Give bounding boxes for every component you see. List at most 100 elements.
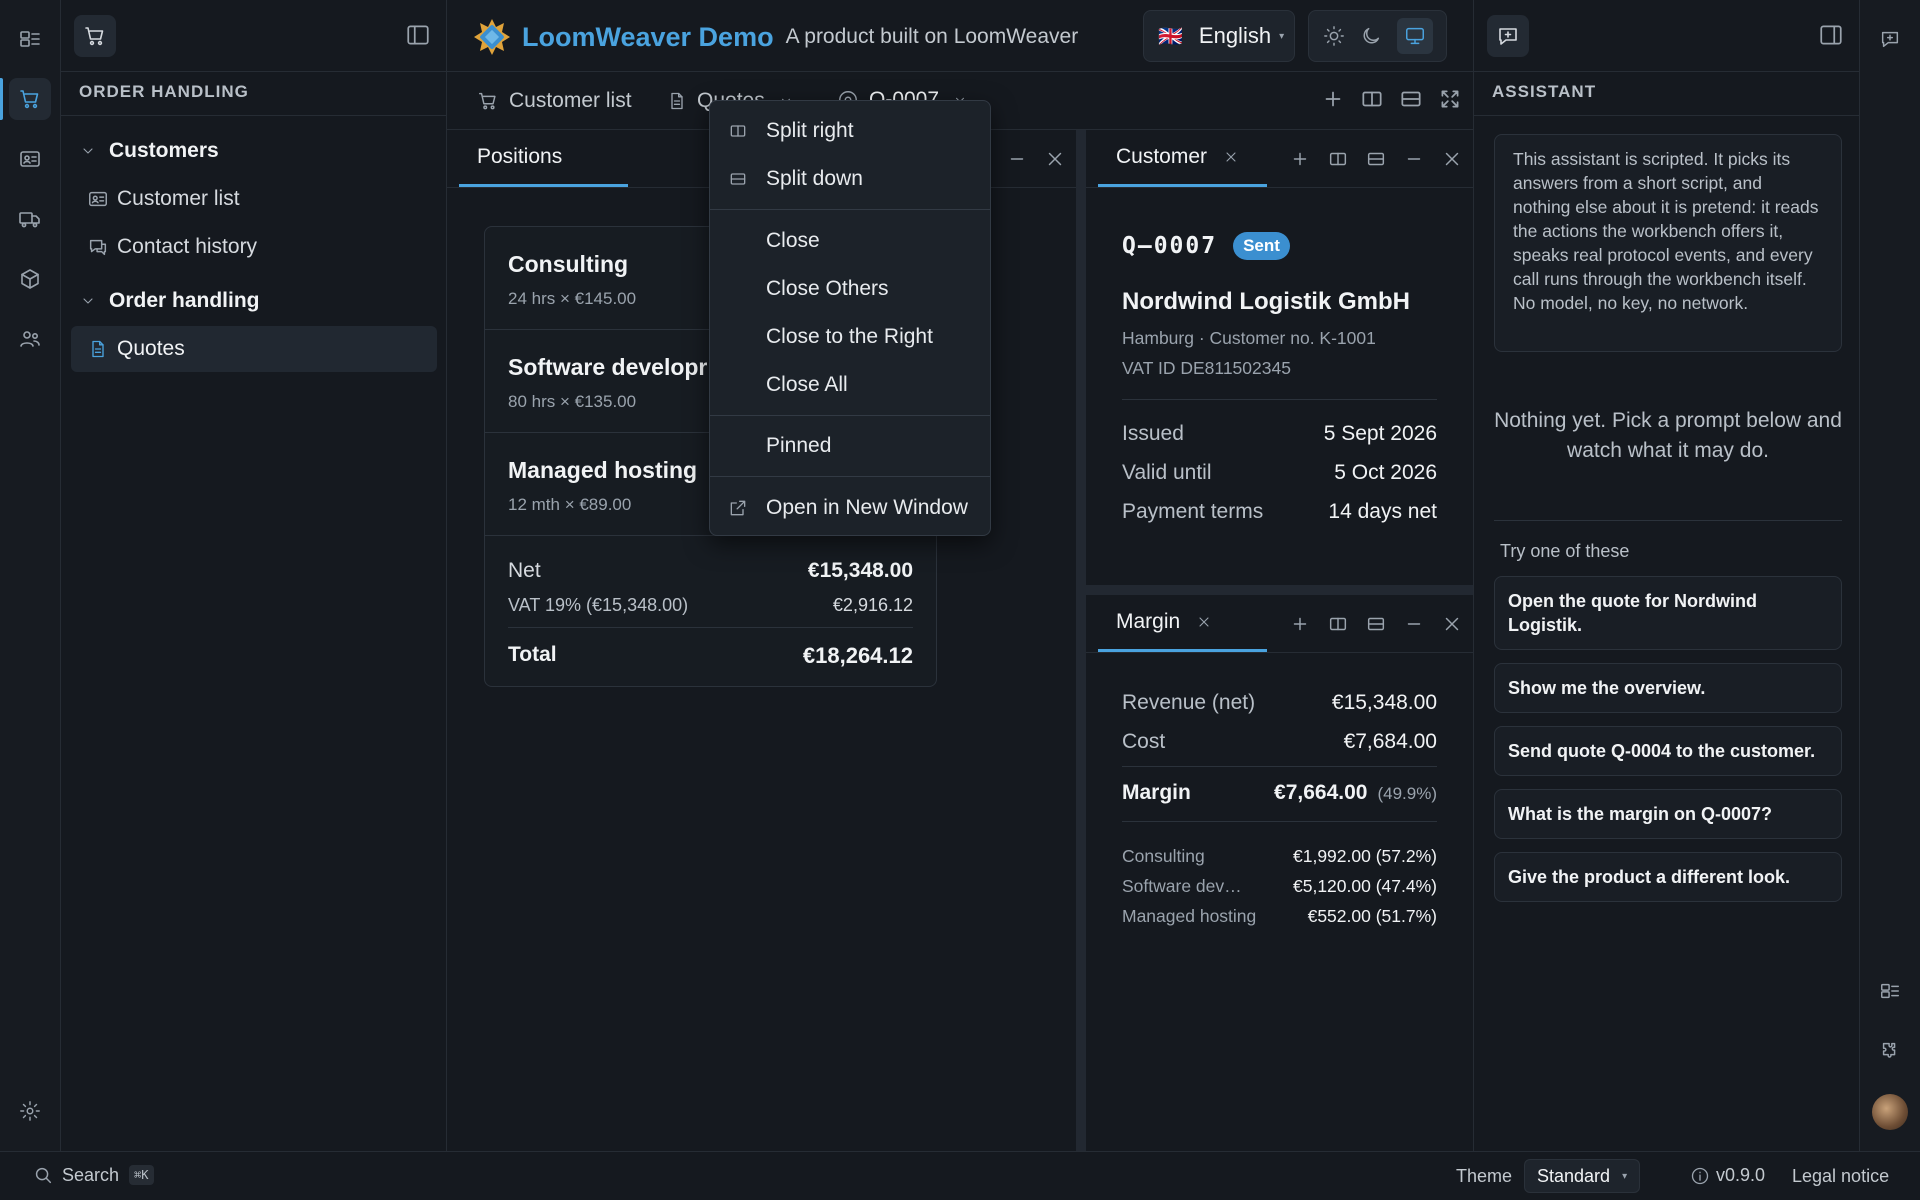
payment-terms-label: Payment terms <box>1122 500 1264 523</box>
issued-label: Issued <box>1122 422 1184 445</box>
close-icon[interactable] <box>1196 614 1212 630</box>
menu-item-label: Close to the Right <box>766 325 933 348</box>
tab-margin[interactable]: Margin <box>1098 594 1267 652</box>
version-info[interactable]: v0.9.0 <box>1690 1165 1765 1186</box>
minimize-icon[interactable] <box>1403 148 1425 170</box>
split-right-icon[interactable] <box>1327 613 1349 635</box>
prompt-button[interactable]: What is the margin on Q-0007? <box>1494 789 1842 839</box>
overview-icon[interactable] <box>1869 970 1911 1012</box>
prompt-button[interactable]: Show me the overview. <box>1494 663 1842 713</box>
tab-customer[interactable]: Customer <box>1098 129 1267 187</box>
box-icon[interactable] <box>9 258 51 300</box>
activity-bar-right <box>1859 0 1920 1151</box>
close-icon[interactable] <box>1223 149 1239 165</box>
breakdown-value: €5,120.00 (47.4%) <box>1293 876 1437 896</box>
tab-customer-list[interactable]: Customer list <box>477 72 632 130</box>
margin-label: Margin <box>1122 781 1191 804</box>
split-right-icon[interactable] <box>1327 148 1349 170</box>
sidebar-item-contact-history[interactable]: Contact history <box>71 224 437 270</box>
menu-pinned[interactable]: Pinned <box>710 426 990 466</box>
chat-icon[interactable] <box>1869 18 1911 60</box>
quote-number: Q–0007 <box>1122 233 1218 259</box>
overview-icon[interactable] <box>9 18 51 60</box>
menu-close-right[interactable]: Close to the Right <box>710 317 990 357</box>
search-label: Search <box>62 1164 120 1185</box>
customer-pane: Customer Q–0007 Sent Nordwind Logistik G… <box>1086 130 1473 585</box>
tab-label: Customer list <box>509 89 632 112</box>
maximize-icon[interactable] <box>1437 86 1463 112</box>
theme-select[interactable]: Standard ▾ <box>1524 1159 1641 1193</box>
split-down-icon[interactable] <box>1365 613 1387 635</box>
menu-close-all[interactable]: Close All <box>710 365 990 405</box>
tab-context-menu: Split right Split down Close Close Other… <box>709 100 991 536</box>
position-title: Software developr <box>508 354 708 380</box>
id-card-icon <box>79 188 117 210</box>
breakdown-label: Consulting <box>1122 846 1205 866</box>
split-down-icon[interactable] <box>1398 86 1424 112</box>
menu-split-right[interactable]: Split right <box>710 111 990 151</box>
menu-split-down[interactable]: Split down <box>710 159 990 199</box>
search-button[interactable]: Search ⌘K <box>32 1164 154 1186</box>
avatar[interactable] <box>1872 1094 1908 1130</box>
pane-tools <box>1289 613 1463 635</box>
monitor-icon[interactable] <box>1396 18 1433 54</box>
tree-group-customers[interactable]: Customers <box>71 128 437 174</box>
legal-notice-link[interactable]: Legal notice <box>1792 1166 1889 1187</box>
split-right-icon[interactable] <box>1359 86 1385 112</box>
tree-group-order-handling[interactable]: Order handling <box>71 278 437 324</box>
position-title: Managed hosting <box>508 457 698 483</box>
close-icon[interactable] <box>1441 613 1463 635</box>
breakdown-value: €552.00 (51.7%) <box>1307 906 1437 926</box>
menu-item-label: Pinned <box>766 434 832 457</box>
sidebar-title: ORDER HANDLING <box>79 82 249 101</box>
search-icon <box>32 1164 54 1186</box>
cart-icon[interactable] <box>74 15 116 57</box>
toggle-panel-icon[interactable] <box>1818 22 1844 48</box>
plus-icon[interactable] <box>1320 86 1346 112</box>
vertical-splitter[interactable] <box>1076 130 1086 1151</box>
sidebar-item-customer-list[interactable]: Customer list <box>71 176 437 222</box>
breakdown-label: Software dev… <box>1122 876 1242 896</box>
gear-icon[interactable] <box>9 1090 51 1132</box>
prompt-button[interactable]: Open the quote for Nordwind Logistik. <box>1494 576 1842 650</box>
plus-icon[interactable] <box>1289 148 1311 170</box>
menu-item-label: Split right <box>766 119 854 142</box>
margin-pane: Margin Revenue (net) €15,348.00 Cost €7,… <box>1086 595 1473 1151</box>
minimize-icon[interactable] <box>1403 613 1425 635</box>
id-card-icon[interactable] <box>9 138 51 180</box>
users-icon[interactable] <box>9 318 51 360</box>
minimize-icon[interactable] <box>1006 148 1028 170</box>
split-down-icon[interactable] <box>1365 148 1387 170</box>
revenue-label: Revenue (net) <box>1122 691 1256 714</box>
valid-until-label: Valid until <box>1122 461 1212 484</box>
close-icon[interactable] <box>1044 148 1066 170</box>
tab-label: Margin <box>1116 609 1181 633</box>
external-link-icon <box>710 498 766 518</box>
tab-positions[interactable]: Positions <box>459 129 628 187</box>
cart-icon[interactable] <box>9 78 51 120</box>
document-icon <box>667 91 687 111</box>
assistant-title: ASSISTANT <box>1492 82 1597 101</box>
caret-down-icon: ▾ <box>1622 1170 1628 1182</box>
active-marker <box>0 78 3 120</box>
truck-icon[interactable] <box>9 198 51 240</box>
assistant-chat-icon[interactable] <box>1487 15 1529 57</box>
close-icon[interactable] <box>1441 148 1463 170</box>
menu-close[interactable]: Close <box>710 221 990 261</box>
prompt-button[interactable]: Give the product a different look. <box>1494 852 1842 902</box>
brand: LoomWeaver Demo A product built on LoomW… <box>472 17 1078 57</box>
total-label: Total <box>508 643 557 666</box>
sidebar-item-quotes[interactable]: Quotes <box>71 326 437 372</box>
brand-name: LoomWeaver Demo <box>522 21 774 52</box>
menu-item-label: Open in New Window <box>766 496 968 519</box>
menu-close-others[interactable]: Close Others <box>710 269 990 309</box>
plus-icon[interactable] <box>1289 613 1311 635</box>
menu-open-new-window[interactable]: Open in New Window <box>710 488 990 528</box>
language-select[interactable]: 🇬🇧 English ▾ <box>1143 10 1295 62</box>
puzzle-icon[interactable] <box>1869 1030 1911 1072</box>
moon-icon[interactable] <box>1360 25 1382 47</box>
prompt-button[interactable]: Send quote Q-0004 to the customer. <box>1494 726 1842 776</box>
toggle-sidebar-icon[interactable] <box>405 22 431 48</box>
tree-group-label: Order handling <box>109 289 260 312</box>
sun-icon[interactable] <box>1323 25 1345 47</box>
